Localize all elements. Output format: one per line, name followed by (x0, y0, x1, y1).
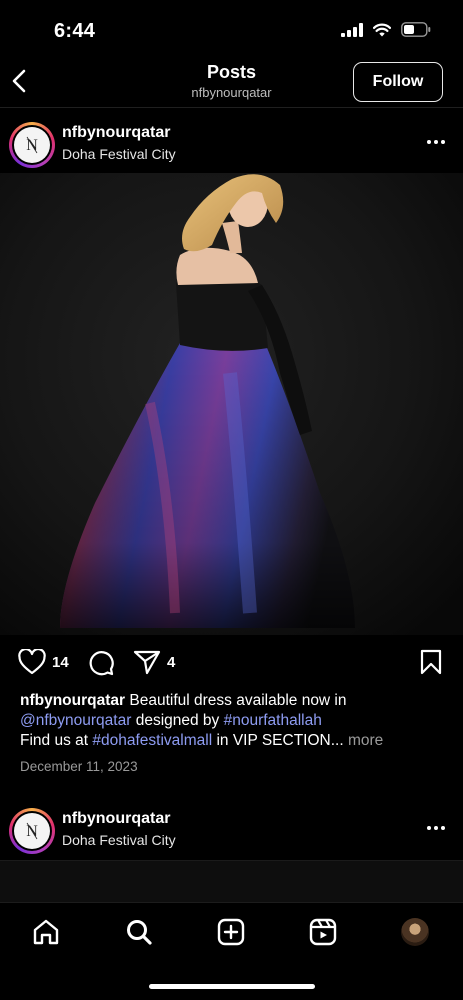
avatar[interactable]: N (9, 808, 55, 854)
caption-text: designed by (131, 712, 224, 729)
profile-avatar (401, 918, 429, 946)
status-icons (341, 22, 431, 42)
post-caption: nfbynourqatar Beautiful dress available … (20, 691, 450, 751)
like-button[interactable]: 14 (18, 649, 69, 675)
post-username[interactable]: nfbynourqatar (62, 810, 170, 828)
caption-mention[interactable]: @nfbynourqatar (20, 712, 131, 729)
caption-more-link[interactable]: more (344, 732, 383, 749)
comment-icon (89, 651, 114, 676)
battery-icon (401, 22, 431, 42)
more-options-button[interactable] (425, 132, 447, 152)
cellular-signal-icon (341, 22, 363, 42)
post-header: N nfbynourqatar Doha Festival City (0, 798, 463, 860)
more-options-button[interactable] (425, 818, 447, 838)
bookmark-icon (420, 649, 442, 675)
nav-header: Posts nfbynourqatar Follow (0, 58, 463, 108)
tab-create[interactable] (214, 915, 248, 949)
tab-reels[interactable] (306, 915, 340, 949)
comment-button[interactable] (87, 649, 114, 676)
more-dots-icon (427, 826, 431, 830)
wifi-icon (372, 23, 392, 42)
home-indicator (149, 984, 315, 989)
save-button[interactable] (420, 649, 442, 675)
caption-username[interactable]: nfbynourqatar (20, 692, 125, 709)
search-icon (127, 920, 152, 945)
post-location[interactable]: Doha Festival City (62, 146, 176, 162)
caption-text: in VIP SECTION... (212, 732, 344, 749)
post-image[interactable] (0, 860, 463, 902)
post-header: N nfbynourqatar Doha Festival City (0, 112, 463, 174)
more-dots-icon (427, 140, 431, 144)
like-count: 14 (52, 653, 69, 671)
reels-icon (309, 918, 337, 946)
tab-profile[interactable] (398, 915, 432, 949)
home-icon (33, 919, 59, 945)
post-actions: 14 4 (0, 645, 463, 681)
status-bar: 6:44 (0, 0, 463, 58)
post-location[interactable]: Doha Festival City (62, 832, 176, 848)
tab-search[interactable] (122, 915, 156, 949)
share-button[interactable]: 4 (133, 649, 175, 675)
tab-home[interactable] (29, 915, 63, 949)
brand-logo-icon: N (14, 127, 50, 163)
post-username[interactable]: nfbynourqatar (62, 124, 170, 142)
status-time: 6:44 (54, 20, 96, 42)
caption-text: Find us at (20, 732, 93, 749)
share-count: 4 (167, 653, 176, 671)
send-icon (133, 650, 161, 675)
brand-logo-icon: N (14, 813, 50, 849)
caption-text: Beautiful dress available now in (125, 692, 347, 709)
follow-button[interactable]: Follow (353, 62, 443, 102)
caption-hashtag[interactable]: #nourfathallah (224, 712, 322, 729)
create-icon (217, 918, 245, 946)
caption-hashtag[interactable]: #dohafestivalmall (92, 732, 212, 749)
post-date: December 11, 2023 (20, 759, 138, 774)
post-image[interactable] (0, 173, 463, 635)
heart-icon (18, 649, 46, 675)
avatar[interactable]: N (9, 122, 55, 168)
